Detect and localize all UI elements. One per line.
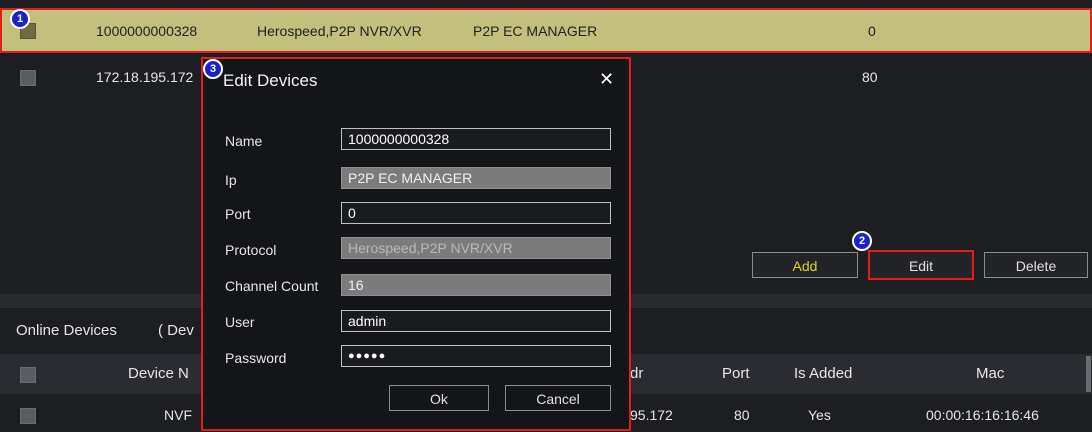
online-devices-subtitle: ( Dev — [158, 322, 194, 339]
delete-button[interactable]: Delete — [984, 252, 1088, 278]
channel-count-field[interactable]: 16 — [341, 274, 611, 296]
device-protocol: Herospeed,P2P NVR/XVR — [257, 23, 422, 39]
header-port[interactable]: Port — [722, 365, 750, 382]
header-device-name[interactable]: Device N — [128, 365, 189, 382]
port-field[interactable]: 0 — [341, 202, 611, 224]
cancel-button[interactable]: Cancel — [505, 385, 611, 411]
device-id: 1000000000328 — [96, 23, 198, 39]
add-button[interactable]: Add — [752, 252, 858, 278]
online-device-is-added: Yes — [808, 407, 831, 423]
row-checkbox[interactable] — [20, 70, 36, 86]
protocol-field[interactable]: Herospeed,P2P NVR/XVR — [341, 237, 611, 259]
user-field[interactable]: admin — [341, 310, 611, 332]
device-port: 80 — [862, 69, 878, 85]
online-device-mac: 00:00:16:16:16:46 — [926, 407, 1039, 423]
header-is-added[interactable]: Is Added — [794, 365, 852, 382]
label-port: Port — [225, 206, 251, 222]
label-name: Name — [225, 133, 263, 149]
online-device-port: 80 — [734, 407, 750, 423]
label-password: Password — [225, 350, 287, 366]
online-device-name: NVF — [164, 407, 192, 423]
close-icon[interactable]: ✕ — [599, 69, 614, 90]
edit-button[interactable]: Edit — [868, 250, 974, 280]
device-ip: P2P EC MANAGER — [473, 23, 598, 39]
online-device-addr: 95.172 — [630, 407, 673, 423]
label-protocol: Protocol — [225, 242, 277, 258]
name-field[interactable]: 1000000000328 — [341, 128, 611, 150]
annotation-badge-3: 3 — [203, 59, 223, 79]
device-port: 0 — [868, 23, 876, 39]
online-devices-title: Online Devices — [16, 322, 117, 339]
annotation-badge-1: 1 — [10, 9, 30, 29]
scrollbar-thumb[interactable] — [1086, 356, 1091, 392]
label-ip: Ip — [225, 172, 237, 188]
dialog-title: Edit Devices — [223, 71, 318, 90]
header-checkbox[interactable] — [20, 367, 36, 383]
device-id: 172.18.195.172 — [96, 69, 194, 85]
ip-field[interactable]: P2P EC MANAGER — [341, 167, 611, 189]
ok-button[interactable]: Ok — [389, 385, 489, 411]
edit-devices-dialog: Edit Devices ✕ Name 1000000000328 Ip P2P… — [201, 57, 631, 431]
row-checkbox[interactable] — [20, 408, 36, 424]
label-channel-count: Channel Count — [225, 278, 319, 294]
label-user: User — [225, 314, 255, 330]
header-addr[interactable]: dr — [630, 365, 643, 382]
password-field[interactable]: ●●●●● — [341, 345, 611, 367]
annotation-badge-2: 2 — [852, 231, 872, 251]
header-mac[interactable]: Mac — [976, 365, 1004, 382]
device-row-selected[interactable]: 1000000000328 Herospeed,P2P NVR/XVR P2P … — [0, 8, 1092, 53]
